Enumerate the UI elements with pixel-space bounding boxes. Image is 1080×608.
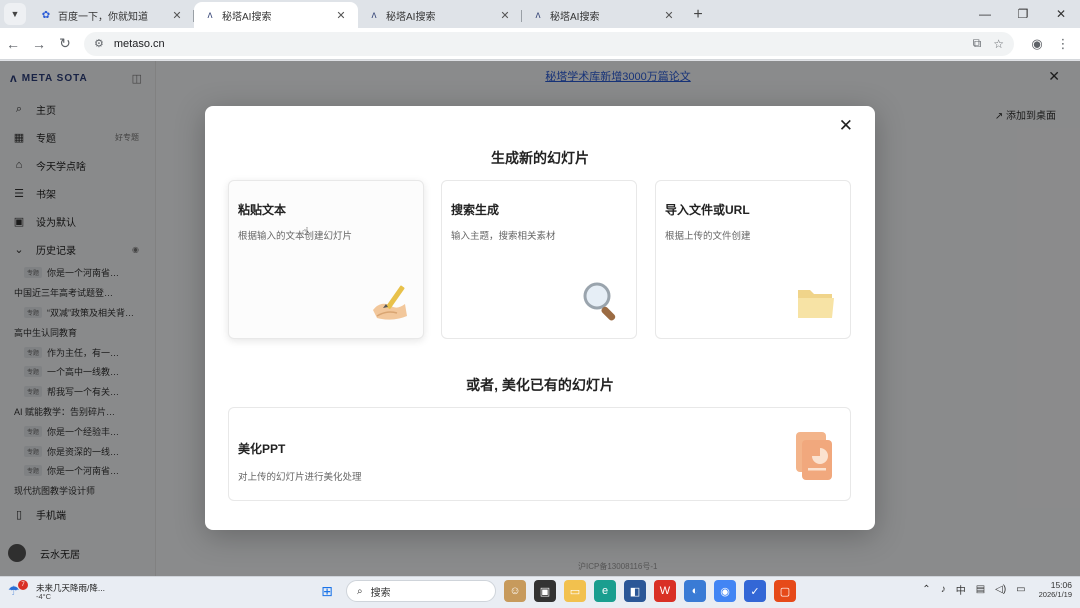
back-arrow-icon[interactable]: ← xyxy=(0,36,26,52)
clock[interactable]: 15:06 2026/1/19 xyxy=(1039,580,1072,599)
beautify-section-title: 或者, 美化已有的幻灯片 xyxy=(466,377,614,393)
task-view-icon[interactable]: ▣ xyxy=(534,580,556,602)
volume-icon[interactable]: ◁) xyxy=(995,584,1006,595)
install-app-icon[interactable]: ⧉ xyxy=(973,36,982,51)
close-window-icon[interactable]: ✕ xyxy=(1042,0,1080,28)
search-generate-card[interactable]: 搜索生成 输入主题，搜索相关素材 xyxy=(441,180,637,339)
window-controls: — ❐ ✕ xyxy=(966,0,1080,28)
ime-icon[interactable]: 中 xyxy=(956,582,966,597)
microphone-icon[interactable]: ♪ xyxy=(941,584,946,595)
ppt-file-icon xyxy=(796,432,832,480)
weather-icon: ☂ 7 xyxy=(8,579,28,603)
import-file-card[interactable]: 导入文件或URL 根据上传的文件创建 xyxy=(655,180,851,339)
metaso-icon: ᴧ xyxy=(207,9,213,21)
browser-tab-strip: ▼ ✿ 百度一下，你就知道 ✕ ᴧ 秘塔AI搜索 ✕ ᴧ 秘塔AI搜索 ✕ ᴧ … xyxy=(0,0,1080,28)
tab-title: 秘塔AI搜索 xyxy=(386,11,436,23)
tab-title: 百度一下，你就知道 xyxy=(58,11,148,23)
card-title: 粘贴文本 xyxy=(238,203,287,217)
network-icon[interactable]: ▤ xyxy=(976,584,985,595)
beautify-ppt-card[interactable]: 美化PPT 对上传的幻灯片进行美化处理 xyxy=(228,407,851,501)
clock-time: 15:06 xyxy=(1050,580,1072,590)
store-icon[interactable]: ◧ xyxy=(624,580,646,602)
system-tray: ⌃ ♪ 中 ▤ ◁) ▭ 15:06 2026/1/19 xyxy=(917,580,1072,599)
modal-title: 生成新的幻灯片 xyxy=(491,150,589,166)
app-icon[interactable]: ◐ xyxy=(684,580,706,602)
clock-date: 2026/1/19 xyxy=(1038,590,1072,600)
metaso-icon: ᴧ xyxy=(371,9,377,21)
app-icon[interactable]: ✓ xyxy=(744,580,766,602)
windows-taskbar: ☂ 7 未来几天降雨/降... -4°C ⊞ ⌕ 搜索 ☺ ▣ ▭ e ◧ W ◐… xyxy=(0,576,1080,608)
browser-tab[interactable]: ᴧ 秘塔AI搜索 ✕ xyxy=(358,2,522,28)
card-desc: 根据上传的文件创建 xyxy=(665,231,751,242)
address-toolbar: ← → ↻ ⚙ metaso.cn ⧉ ☆ ◉ ⋮ xyxy=(0,28,1080,60)
profile-icon[interactable]: ◉ xyxy=(1024,36,1050,52)
search-icon: ⌕ xyxy=(357,585,363,597)
app-icon[interactable]: ▢ xyxy=(774,580,796,602)
browser-tab-active[interactable]: ᴧ 秘塔AI搜索 ✕ xyxy=(194,2,358,28)
address-bar[interactable]: ⚙ metaso.cn ⧉ ☆ xyxy=(84,31,1014,56)
close-tab-icon[interactable]: ✕ xyxy=(498,9,512,22)
magnifier-icon xyxy=(583,282,616,321)
close-tab-icon[interactable]: ✕ xyxy=(662,9,676,22)
copilot-icon[interactable]: ☺ xyxy=(504,580,526,602)
windows-start-icon[interactable]: ⊞ xyxy=(316,580,338,602)
weather-widget[interactable]: ☂ 7 未来几天降雨/降... -4°C xyxy=(0,579,300,603)
restore-icon[interactable]: ❐ xyxy=(1004,0,1042,28)
taskbar-search-label: 搜索 xyxy=(370,587,391,599)
bookmark-star-icon[interactable]: ☆ xyxy=(993,37,1004,51)
browser-tab[interactable]: ✿ 百度一下，你就知道 ✕ xyxy=(30,2,194,28)
site-info-icon[interactable]: ⚙ xyxy=(94,37,104,50)
forward-arrow-icon[interactable]: → xyxy=(26,36,52,52)
chevron-up-icon[interactable]: ⌃ xyxy=(922,584,930,595)
browser-tab[interactable]: ᴧ 秘塔AI搜索 ✕ xyxy=(522,2,686,28)
baidu-paw-icon: ✿ xyxy=(41,9,51,21)
card-desc: 输入主题，搜索相关素材 xyxy=(451,231,556,242)
close-icon[interactable]: ✕ xyxy=(839,116,853,136)
card-desc: 对上传的幻灯片进行美化处理 xyxy=(238,472,362,483)
mouse-cursor-icon: ☝ xyxy=(302,226,309,238)
create-slides-modal: ✕ 生成新的幻灯片 粘贴文本 根据输入的文本创建幻灯片 搜索生成 输入主题，搜索… xyxy=(205,106,875,530)
card-desc: 根据输入的文本创建幻灯片 xyxy=(238,231,353,242)
pen-writing-icon xyxy=(373,285,407,320)
tab-title: 秘塔AI搜索 xyxy=(550,11,600,23)
weather-temp: -4°C xyxy=(36,592,52,602)
file-explorer-icon[interactable]: ▭ xyxy=(564,580,586,602)
minimize-icon[interactable]: — xyxy=(966,0,1004,28)
close-tab-icon[interactable]: ✕ xyxy=(334,9,348,22)
wps-icon[interactable]: W xyxy=(654,580,676,602)
notification-badge: 7 xyxy=(18,579,28,590)
new-tab-button[interactable]: + xyxy=(686,3,710,27)
reload-icon[interactable]: ↻ xyxy=(52,35,78,52)
more-menu-icon[interactable]: ⋮ xyxy=(1050,36,1076,52)
edge-browser-icon[interactable]: e xyxy=(594,580,616,602)
taskbar-search[interactable]: ⌕ 搜索 xyxy=(346,580,496,602)
url-text[interactable]: metaso.cn xyxy=(114,38,961,50)
card-title: 搜索生成 xyxy=(451,203,500,217)
card-title: 美化PPT xyxy=(238,442,286,456)
tab-title: 秘塔AI搜索 xyxy=(222,11,272,23)
chrome-icon[interactable]: ◉ xyxy=(714,580,736,602)
close-tab-icon[interactable]: ✕ xyxy=(170,9,184,22)
battery-icon[interactable]: ▭ xyxy=(1016,584,1025,595)
card-title: 导入文件或URL xyxy=(665,203,750,217)
paste-text-card[interactable]: 粘贴文本 根据输入的文本创建幻灯片 xyxy=(228,180,424,339)
tab-search-menu-button[interactable]: ▼ xyxy=(4,3,26,25)
folder-icon xyxy=(798,290,834,318)
metaso-icon: ᴧ xyxy=(535,9,541,21)
